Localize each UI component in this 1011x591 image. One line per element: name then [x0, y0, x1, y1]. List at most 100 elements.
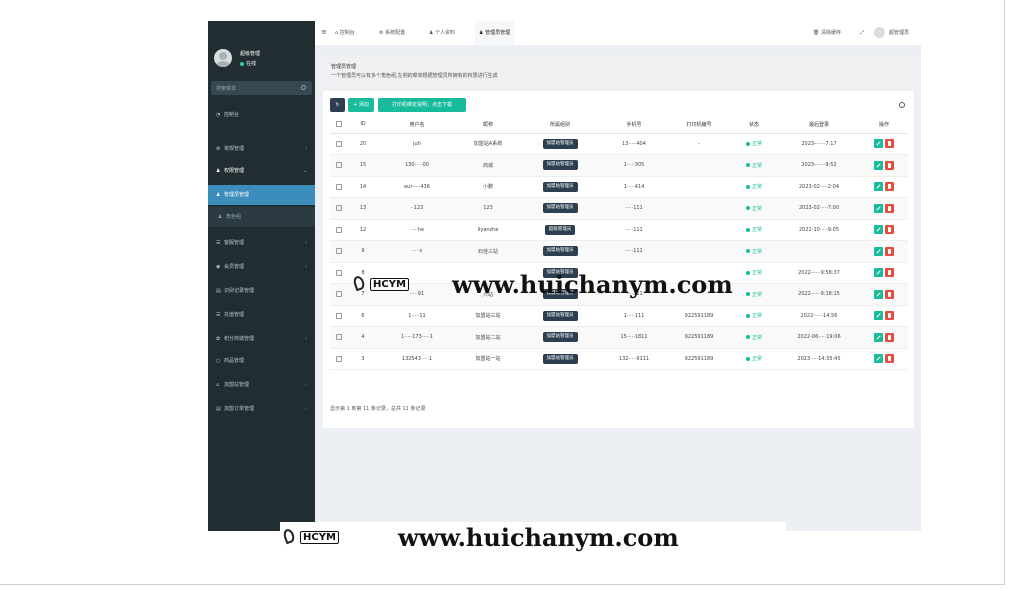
- column-last-login[interactable]: 最后登录: [778, 116, 860, 134]
- edit-icon[interactable]: [874, 268, 883, 278]
- tab-system-config[interactable]: ⚙ 系统配置: [379, 21, 405, 45]
- column-username: 用户名: [378, 116, 456, 134]
- sidebar-item-5[interactable]: ☰ 客服管理 ‹: [208, 233, 315, 253]
- row-checkbox[interactable]: [336, 162, 342, 168]
- row-checkbox-cell[interactable]: [330, 197, 348, 220]
- tab-system-config-label: 系统配置: [385, 30, 406, 36]
- cell-actions: [860, 197, 908, 220]
- add-button[interactable]: + 添加: [348, 98, 374, 112]
- row-checkbox[interactable]: [336, 355, 342, 362]
- table-row[interactable]: 15 130·····00 商城 加盟站管理员 1·····305 正常 2023-····…: [330, 154, 908, 177]
- row-checkbox[interactable]: [336, 269, 342, 276]
- printer-guide-button[interactable]: 打印机绑定说明，点击下载: [378, 98, 466, 112]
- row-checkbox-cell[interactable]: [330, 176, 348, 198]
- list-alt-icon: ▤: [216, 288, 221, 294]
- sidebar-item-2[interactable]: ♟ 权限管理 ⌄: [208, 161, 315, 181]
- sidebar-item-10[interactable]: ○ 商品管理: [208, 351, 315, 371]
- table-row[interactable]: 12 ·····he liyanzhe 超级管理员 ·····111 正常 2022-10·…: [330, 219, 908, 241]
- select-all-checkbox-cell[interactable]: [330, 116, 348, 134]
- cell-printer: [668, 154, 730, 177]
- row-checkbox[interactable]: [336, 291, 342, 297]
- select-all-checkbox[interactable]: [336, 121, 342, 127]
- sidebar-item-12[interactable]: ▤ 加盟订单管理 ‹: [208, 399, 315, 419]
- delete-icon[interactable]: [885, 246, 894, 256]
- delete-icon[interactable]: [885, 182, 894, 192]
- refresh-button[interactable]: ↻: [330, 98, 345, 112]
- edit-icon[interactable]: [874, 246, 883, 256]
- edit-icon[interactable]: [874, 311, 883, 321]
- row-checkbox[interactable]: [336, 140, 342, 147]
- row-checkbox[interactable]: [336, 248, 342, 254]
- tab-profile[interactable]: ♟ 个人资料: [429, 21, 455, 45]
- sidebar-search-input[interactable]: 搜索菜单: [216, 85, 236, 92]
- delete-icon[interactable]: [885, 203, 894, 213]
- table-row[interactable]: 14 eur·····436 小鹏 加盟站管理员 1·····414 正常 2023-02·…: [330, 176, 908, 198]
- leaf-logo-icon: [351, 274, 367, 292]
- table-row[interactable]: 9 ·····s 石佳三站 加盟站管理员 ·····111 正常: [330, 240, 908, 263]
- table-search-icon[interactable]: [899, 102, 905, 108]
- edit-icon[interactable]: [874, 225, 883, 235]
- sidebar-item-11[interactable]: ⌂ 加盟站管理 ‹: [208, 375, 315, 395]
- watermark-url: www.huichanym.com: [398, 523, 679, 552]
- sidebar-item-7[interactable]: ▤ 识别记录管理: [208, 281, 315, 301]
- cell-username: juh: [378, 133, 456, 155]
- delete-icon[interactable]: [885, 268, 894, 278]
- fullscreen-icon[interactable]: ⤢: [860, 21, 864, 45]
- row-checkbox-cell[interactable]: [330, 305, 348, 327]
- row-checkbox-cell[interactable]: [330, 133, 348, 155]
- row-checkbox-cell[interactable]: [330, 262, 348, 284]
- edit-icon[interactable]: [874, 139, 883, 149]
- table-row[interactable]: 3 132543·····1 加盟站一站 加盟站管理员 132·····9111 9225…: [330, 348, 908, 370]
- sidebar-item-label: 管理员管理: [224, 192, 250, 198]
- tab-dashboard[interactable]: ⌂ 控制台: [335, 21, 355, 45]
- row-checkbox-cell[interactable]: [330, 348, 348, 370]
- delete-icon[interactable]: [885, 354, 894, 364]
- sidebar-item-0[interactable]: ◔ 控制台: [208, 105, 315, 125]
- row-checkbox-cell[interactable]: [330, 154, 348, 177]
- group-badge: 加盟站管理员: [542, 160, 578, 171]
- sidebar-item-3[interactable]: ♟ 管理员管理: [208, 185, 315, 205]
- sidebar-item-4[interactable]: ♟ 角色组: [208, 207, 315, 227]
- table-row[interactable]: 4 1·····173·····1 加盟站二站 加盟站管理员 15·····1811 92…: [330, 326, 908, 349]
- edit-icon[interactable]: [874, 182, 883, 192]
- row-checkbox[interactable]: [336, 183, 342, 190]
- row-checkbox-cell[interactable]: [330, 240, 348, 263]
- cell-last-login: 2023-······7:17: [778, 133, 860, 155]
- sidebar-search[interactable]: 搜索菜单: [211, 81, 312, 95]
- circle-icon: ○: [216, 358, 221, 364]
- table-row[interactable]: 6 1·····11 加盟站三站 加盟站管理员 1·····111 922591189 正常…: [330, 305, 908, 327]
- edit-icon[interactable]: [874, 354, 883, 364]
- delete-icon[interactable]: [885, 225, 894, 235]
- row-checkbox-cell[interactable]: [330, 219, 348, 241]
- row-checkbox-cell[interactable]: [330, 283, 348, 306]
- row-checkbox[interactable]: [336, 205, 342, 211]
- edit-icon[interactable]: [874, 289, 883, 299]
- row-checkbox[interactable]: [336, 334, 342, 340]
- clear-cache-button[interactable]: 🗑 清除缓存: [813, 21, 841, 45]
- delete-icon[interactable]: [885, 139, 894, 149]
- edit-icon[interactable]: [874, 160, 883, 170]
- edit-icon[interactable]: [874, 332, 883, 342]
- table-row[interactable]: 13 ··123 123 加盟站管理员 ·····111 正常 2023-02·····7:…: [330, 197, 908, 220]
- top-avatar[interactable]: [874, 27, 885, 38]
- sidebar-item-8[interactable]: ☰ 充值管理: [208, 305, 315, 325]
- sidebar-item-9[interactable]: ✿ 积分商城管理 ‹: [208, 329, 315, 349]
- delete-icon[interactable]: [885, 289, 894, 299]
- sidebar-item-6[interactable]: ◉ 会员管理 ‹: [208, 257, 315, 277]
- row-checkbox[interactable]: [336, 226, 342, 233]
- watermark-url: www.huichanym.com: [452, 270, 733, 299]
- sidebar-item-label: 角色组: [226, 214, 242, 220]
- sidebar-item-1[interactable]: ⚙ 常规管理 ‹: [208, 139, 315, 159]
- table-row[interactable]: 20 juh 加盟站A系统 加盟站管理员 13·····404- 正常 2023-·····…: [330, 133, 908, 155]
- delete-icon[interactable]: [885, 160, 894, 170]
- admin-name[interactable]: 超管理员: [889, 21, 909, 45]
- delete-icon[interactable]: [885, 311, 894, 321]
- delete-icon[interactable]: [885, 332, 894, 342]
- column-id[interactable]: ID: [348, 116, 378, 134]
- row-checkbox[interactable]: [336, 312, 342, 319]
- cell-actions: [860, 240, 908, 263]
- tab-admin-manage[interactable]: ♟ 管理员管理: [475, 21, 515, 45]
- row-checkbox-cell[interactable]: [330, 326, 348, 349]
- edit-icon[interactable]: [874, 203, 883, 213]
- menu-toggle-icon[interactable]: ≡: [321, 28, 327, 36]
